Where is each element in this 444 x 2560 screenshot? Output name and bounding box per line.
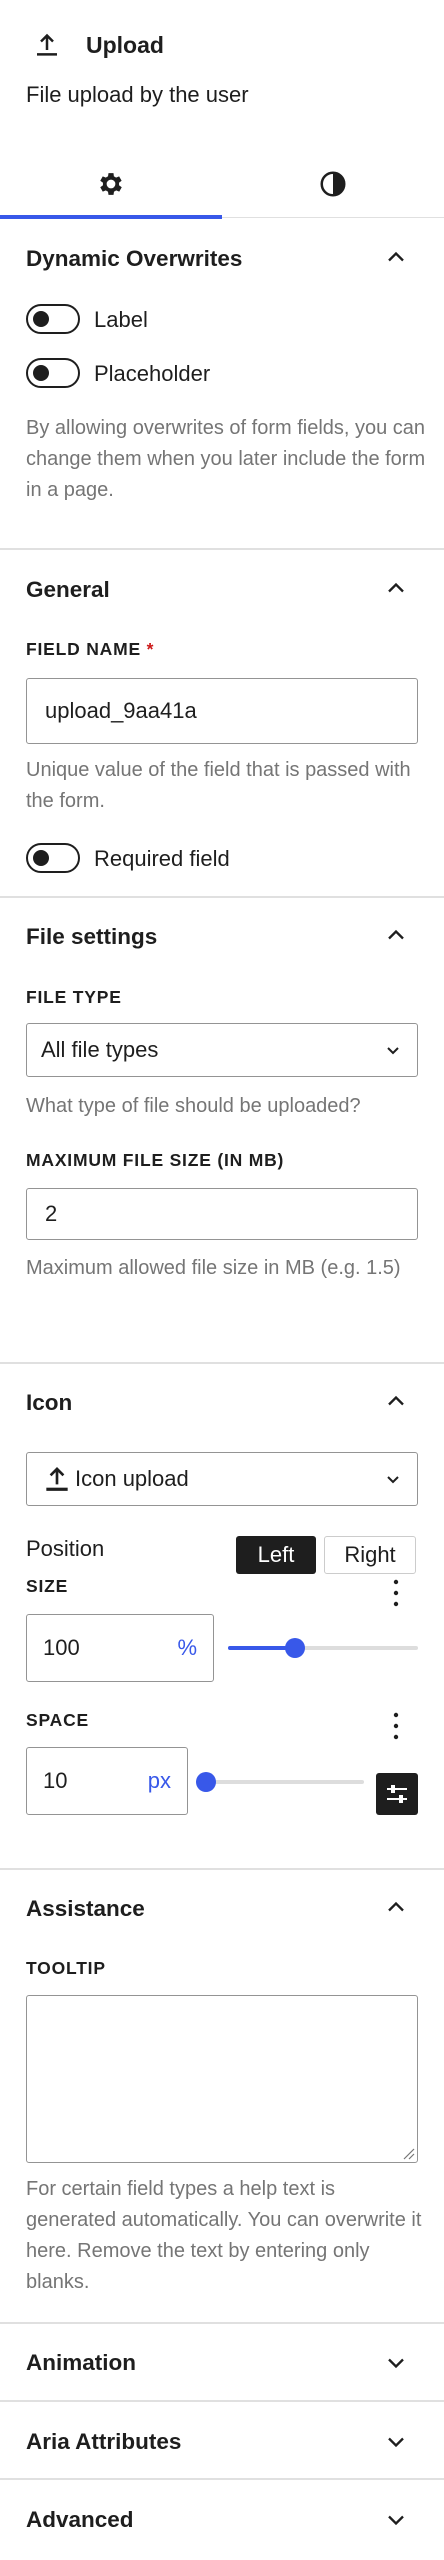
chevron-down-icon[interactable]	[382, 2428, 410, 2456]
field-name-help: Unique value of the field that is passed…	[26, 759, 411, 812]
size-value: 100	[43, 1635, 80, 1660]
panel-divider	[0, 2478, 444, 2480]
tooltip-label: TOOLTIP	[26, 1958, 106, 1978]
panel-divider	[0, 896, 444, 898]
size-unit[interactable]: %	[177, 1635, 197, 1661]
field-name-label: FIELD NAME *	[26, 639, 154, 660]
panel-title-assistance[interactable]: Assistance	[26, 1896, 145, 1922]
max-file-size-help: Maximum allowed file size in MB (e.g. 1.…	[26, 1257, 401, 1279]
space-value: 10	[43, 1768, 68, 1793]
size-slider-fill	[228, 1646, 291, 1650]
chevron-down-icon	[387, 1047, 399, 1055]
required-asterisk: *	[146, 639, 155, 659]
toggle-placeholder-text: Placeholder	[94, 361, 211, 386]
panel-divider	[0, 2322, 444, 2324]
gear-icon	[100, 173, 122, 195]
position-right-label: Right	[344, 1542, 396, 1567]
chevron-up-icon[interactable]	[382, 921, 410, 949]
max-file-size-value: 2	[45, 1201, 58, 1226]
chevron-up-icon[interactable]	[382, 1387, 410, 1415]
file-type-help: What type of file should be uploaded?	[26, 1095, 361, 1117]
size-slider-thumb[interactable]	[284, 1638, 305, 1658]
panel-divider	[0, 1868, 444, 1870]
toggle-required-field[interactable]	[26, 843, 80, 873]
panel-title-icon[interactable]: Icon	[26, 1390, 72, 1416]
position-left-button[interactable]: Left	[236, 1536, 316, 1574]
chevron-up-icon[interactable]	[382, 574, 410, 602]
max-file-size-input[interactable]: 2	[26, 1188, 418, 1240]
panel-divider	[0, 2400, 444, 2402]
chevron-up-icon[interactable]	[382, 243, 410, 271]
file-type-label: FILE TYPE	[26, 987, 122, 1007]
panel-title-animation[interactable]: Animation	[26, 2350, 136, 2376]
field-name-label-text: FIELD NAME	[26, 639, 141, 659]
max-file-size-label: MAXIMUM FILE SIZE (IN MB)	[26, 1150, 285, 1170]
tooltip-help: For certain field types a help text is g…	[26, 2178, 422, 2293]
tooltip-textarea[interactable]	[26, 1995, 418, 2163]
space-slider-thumb[interactable]	[196, 1772, 216, 1792]
block-title: Upload	[86, 32, 164, 58]
more-options-icon[interactable]	[392, 1711, 400, 1741]
icon-select[interactable]: Icon upload	[26, 1452, 418, 1506]
upload-icon	[46, 1467, 68, 1491]
position-label: Position	[26, 1536, 105, 1561]
position-right-button[interactable]: Right	[324, 1536, 416, 1574]
panel-divider	[0, 548, 444, 550]
toggle-label-text: Label	[94, 307, 148, 332]
panel-title-dynamic-overwrites[interactable]: Dynamic Overwrites	[26, 246, 242, 272]
contrast-icon	[320, 171, 346, 197]
chevron-up-icon[interactable]	[382, 1893, 410, 1921]
toggle-placeholder-overwrite[interactable]	[26, 358, 80, 388]
size-slider[interactable]	[228, 1636, 418, 1660]
toggle-label-overwrite[interactable]	[26, 304, 80, 334]
block-description: File upload by the user	[26, 82, 249, 107]
resize-handle-icon[interactable]	[401, 2146, 415, 2160]
upload-icon	[37, 33, 57, 56]
panel-divider	[0, 1362, 444, 1364]
chevron-down-icon[interactable]	[382, 2349, 410, 2377]
inspector-tabs	[0, 150, 444, 219]
space-slider[interactable]	[196, 1770, 364, 1794]
tab-settings[interactable]	[0, 150, 222, 219]
space-label: SPACE	[26, 1710, 89, 1730]
tab-styles[interactable]	[222, 150, 444, 218]
file-type-value: All file types	[41, 1037, 159, 1062]
field-name-input[interactable]: upload_9aa41a	[26, 678, 418, 744]
icon-select-value: Icon upload	[75, 1466, 189, 1491]
panel-title-file-settings[interactable]: File settings	[26, 924, 157, 950]
size-label: SIZE	[26, 1576, 69, 1596]
more-options-icon[interactable]	[392, 1578, 400, 1608]
panel-title-general[interactable]: General	[26, 577, 110, 603]
size-input[interactable]: 100 %	[26, 1614, 214, 1682]
sliders-icon	[387, 1785, 407, 1803]
chevron-down-icon	[387, 1476, 399, 1484]
space-input[interactable]: 10 px	[26, 1747, 188, 1815]
toggle-required-field-text: Required field	[94, 846, 230, 871]
position-left-label: Left	[257, 1542, 295, 1567]
field-name-value: upload_9aa41a	[45, 698, 197, 723]
file-type-select[interactable]: All file types	[26, 1023, 418, 1077]
dynamic-overwrites-help: By allowing overwrites of form fields, y…	[26, 417, 426, 501]
custom-value-button[interactable]	[376, 1773, 418, 1815]
tab-active-indicator	[0, 215, 222, 219]
panel-title-aria-attributes[interactable]: Aria Attributes	[26, 2429, 181, 2455]
chevron-down-icon[interactable]	[382, 2506, 410, 2534]
panel-title-advanced[interactable]: Advanced	[26, 2507, 134, 2533]
space-slider-track	[196, 1780, 364, 1784]
space-unit[interactable]: px	[148, 1768, 171, 1794]
